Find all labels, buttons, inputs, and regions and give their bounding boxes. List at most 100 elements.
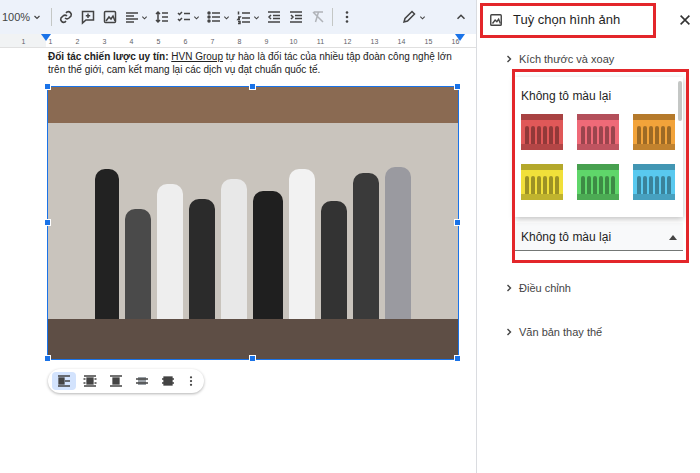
recolor-swatch[interactable] (521, 164, 563, 200)
bulleted-list-icon (206, 9, 222, 25)
link-icon[interactable] (58, 9, 74, 25)
swatch-figures (577, 120, 619, 144)
ruler-label: 4 (118, 38, 145, 46)
inline-wrap-icon (56, 374, 72, 388)
image-options-panel: Tuỳ chọn hình ảnh Kích thước và xoay Khô… (477, 0, 700, 473)
resize-handle[interactable] (249, 83, 256, 90)
chevron-icon (505, 284, 513, 292)
recolor-option-none[interactable]: Không tô màu lại (515, 77, 683, 104)
clear-formatting-icon[interactable] (310, 9, 326, 25)
recolor-swatch[interactable] (633, 164, 675, 200)
swatch-figure (605, 126, 609, 144)
scrollbar[interactable] (678, 81, 682, 121)
sections: Điều chỉnh Văn bản thay thế (477, 255, 700, 343)
swatch-shade (521, 194, 563, 200)
recolor-menu: Không tô màu lại (515, 77, 683, 217)
swatch-figure (611, 126, 615, 144)
wrap-option[interactable] (104, 372, 128, 390)
swatch-shade (633, 144, 675, 150)
more-options-icon[interactable] (182, 372, 200, 390)
add-comment-icon[interactable] (80, 9, 96, 25)
swatch-figure (611, 176, 615, 194)
swatch-figure (643, 126, 647, 144)
resize-handle[interactable] (454, 83, 461, 90)
swatch-shade (577, 164, 619, 170)
chevron-up-icon[interactable] (454, 10, 468, 24)
ruler-label: 13 (361, 38, 388, 46)
wrap-option[interactable] (130, 372, 154, 390)
swatch-figure (581, 176, 585, 194)
swatch-figure (525, 176, 529, 194)
zoom-select[interactable]: 100% (2, 9, 45, 26)
caret-icon (33, 13, 41, 21)
numbered-list-icon (236, 9, 252, 25)
swatch-figure (649, 176, 653, 194)
resize-handle[interactable] (454, 355, 461, 362)
swatch-figure (525, 126, 529, 144)
swatch-figure (549, 126, 553, 144)
resize-handle[interactable] (44, 83, 51, 90)
resize-handle[interactable] (454, 219, 461, 226)
wrap-option[interactable] (78, 372, 102, 390)
ruler[interactable]: 112345678910111213141516 (0, 34, 476, 48)
increase-indent-icon[interactable] (288, 9, 304, 25)
more-vertical-icon[interactable] (339, 9, 355, 25)
caret-icon (193, 14, 200, 21)
highlight-box (512, 69, 689, 263)
recolor-swatch[interactable] (521, 114, 563, 150)
recolor-swatch[interactable] (633, 114, 675, 150)
swatch-figure (531, 126, 535, 144)
swatch-figure (537, 126, 541, 144)
checklist-button[interactable] (176, 9, 200, 25)
close-icon[interactable] (678, 13, 692, 27)
line-spacing-icon[interactable] (154, 9, 170, 25)
swatch-figures (521, 170, 563, 194)
panel-section[interactable]: Điều chỉnh (477, 277, 700, 299)
panel-header: Tuỳ chọn hình ảnh (477, 0, 700, 40)
recolor-swatch[interactable] (577, 114, 619, 150)
swatch-figure (667, 176, 671, 194)
front-wrap-icon (160, 374, 176, 388)
document-image[interactable] (48, 87, 458, 359)
resize-handle[interactable] (44, 355, 51, 362)
editing-mode-button[interactable] (401, 9, 426, 25)
paragraph[interactable]: Đối tác chiến lược uy tín: HVN Group tự … (48, 50, 462, 76)
resize-handle[interactable] (44, 219, 51, 226)
decrease-indent-icon[interactable] (266, 9, 282, 25)
swatch-figure (599, 126, 603, 144)
swatch-figure (599, 176, 603, 194)
numbered-button[interactable] (236, 9, 260, 25)
ruler-label: 15 (415, 38, 442, 46)
swatch-figure (531, 176, 535, 194)
hvn-group-link[interactable]: HVN Group (171, 51, 223, 62)
swatch-shade (521, 144, 563, 150)
recolor-select[interactable]: Không tô màu lại (515, 223, 683, 251)
image-icon[interactable] (102, 9, 118, 25)
chevron-icon (505, 55, 513, 63)
toolbar: 100% (0, 0, 476, 34)
ruler-label: 1 (10, 38, 37, 46)
recolor-swatch[interactable] (577, 164, 619, 200)
ruler-label: 10 (280, 38, 307, 46)
bullets-button[interactable] (206, 9, 230, 25)
swatch-figure (581, 126, 585, 144)
wrap-option[interactable] (156, 372, 180, 390)
swatch-figure (587, 176, 591, 194)
panel-section[interactable]: Kích thước và xoay (477, 48, 700, 70)
resize-handle[interactable] (249, 355, 256, 362)
swatch-shade (577, 144, 619, 150)
caret-icon (253, 14, 260, 21)
caret-icon (223, 14, 230, 21)
wrap-option[interactable] (52, 372, 76, 390)
align-button[interactable] (124, 9, 148, 25)
swatch-figures (577, 170, 619, 194)
swatch-figure (593, 176, 597, 194)
photo (48, 87, 458, 359)
recolor-value: Không tô màu lại (521, 228, 611, 246)
document-page: Đối tác chiến lược uy tín: HVN Group tự … (0, 48, 476, 393)
swatch-figure (605, 176, 609, 194)
panel-section[interactable]: Văn bản thay thế (477, 321, 700, 343)
swatch-shade (633, 194, 675, 200)
swatch-figure (543, 126, 547, 144)
swatch-figures (633, 120, 675, 144)
